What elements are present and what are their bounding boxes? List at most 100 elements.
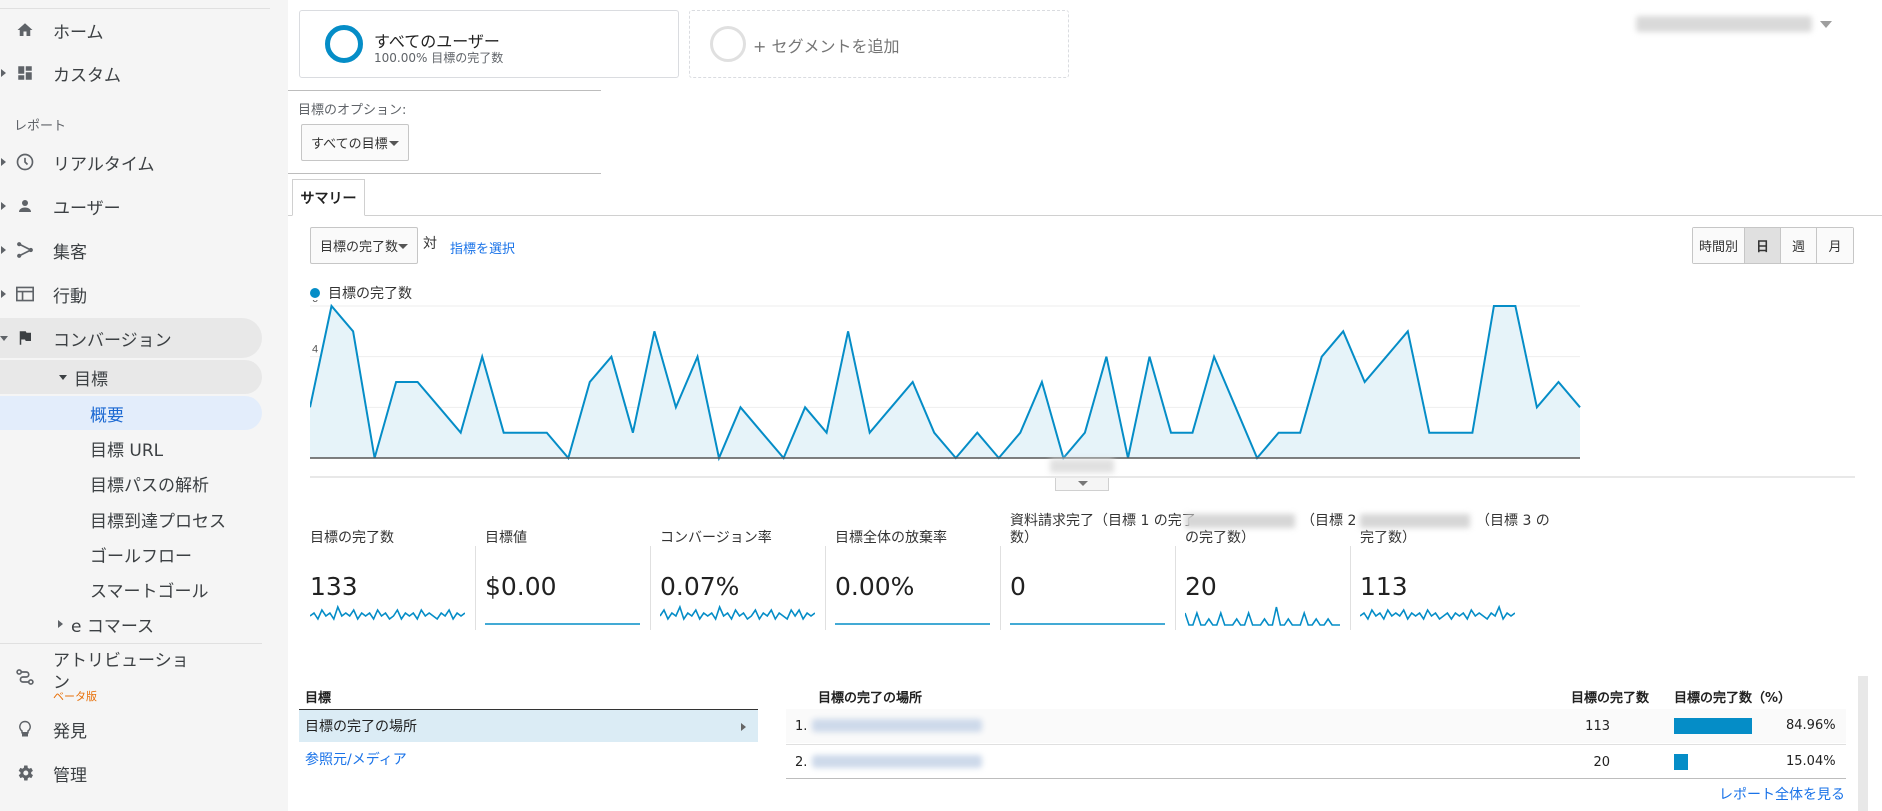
granularity-hourly[interactable]: 時間別 bbox=[1693, 228, 1745, 263]
acquisition-icon bbox=[14, 239, 36, 261]
metric-block[interactable]: 目標全体の放棄率 0.00% bbox=[835, 530, 1001, 630]
metric-value: 133 bbox=[310, 572, 358, 601]
tab-summary[interactable]: サマリー bbox=[292, 179, 365, 216]
sidebar-item-label: 目標 URL bbox=[90, 440, 164, 461]
person-icon bbox=[14, 195, 36, 217]
sidebar-item-attribution[interactable]: アトリビューショ ン bbox=[0, 646, 262, 706]
y-tick-label: 6 bbox=[312, 300, 318, 305]
granularity-week[interactable]: 週 bbox=[1781, 228, 1817, 263]
goal-options-label: 目標のオプション: bbox=[298, 103, 407, 118]
metric-sparkline bbox=[1185, 606, 1340, 626]
sidebar-item-discover[interactable]: 発見 bbox=[0, 709, 262, 749]
sidebar-item-goal-urls[interactable]: 目標 URL bbox=[90, 431, 163, 465]
row-count: 20 bbox=[1593, 755, 1610, 770]
granularity-day[interactable]: 日 bbox=[1745, 228, 1781, 263]
flag-icon bbox=[14, 327, 36, 349]
add-segment-button[interactable]: + セグメントを追加 bbox=[689, 10, 1069, 78]
row-location-link[interactable] bbox=[812, 719, 982, 732]
dimension-link: 参照元/メディア bbox=[305, 752, 407, 768]
metric-label-text: （目標 2 bbox=[1301, 513, 1357, 529]
versus-label: 対 bbox=[423, 236, 437, 252]
sidebar-item-funnel-visualization[interactable]: 目標到達プロセス bbox=[90, 502, 226, 536]
divider bbox=[288, 173, 601, 174]
sidebar-item-behavior[interactable]: 行動 bbox=[0, 274, 262, 314]
metric-label-line: 目標値 bbox=[485, 530, 527, 546]
sidebar-item-label: 管理 bbox=[53, 765, 87, 786]
select-metric-link[interactable]: 指標を選択 bbox=[450, 238, 515, 257]
blurred-goal-name bbox=[1185, 514, 1295, 528]
segment-ring-icon bbox=[325, 25, 363, 63]
sidebar-item-label: 集客 bbox=[53, 242, 87, 263]
sidebar-item-smart-goals[interactable]: スマートゴール bbox=[90, 572, 209, 606]
metric-label-line: コンバージョン率 bbox=[660, 530, 772, 546]
metric-sparkline bbox=[1360, 604, 1515, 621]
metric-block[interactable]: （目標 3 の完了数） 113 bbox=[1360, 513, 1550, 630]
goal-dimension-source-medium[interactable]: 参照元/メディア bbox=[299, 743, 758, 775]
main-content: すべてのユーザー 100.00% 目標の完了数 + セグメントを追加 目標のオプ… bbox=[288, 0, 1882, 811]
reports-heading: レポート bbox=[14, 119, 67, 134]
sidebar-item-label: カスタム bbox=[53, 65, 121, 86]
metric-select[interactable]: 目標の完了数 bbox=[310, 227, 418, 264]
chevron-down-icon bbox=[398, 243, 408, 249]
goal-options-select[interactable]: すべての目標 bbox=[301, 124, 409, 161]
metric-label: 資料請求完了（目標 1 の完了 数） bbox=[1010, 513, 1196, 547]
chevron-down-icon bbox=[389, 140, 399, 146]
metric-label: 目標の完了数 bbox=[310, 530, 394, 547]
chevron-right-icon bbox=[741, 723, 746, 731]
sidebar-divider bbox=[0, 643, 262, 644]
chart-collapse-handle[interactable] bbox=[1055, 478, 1109, 491]
dimension-label: 目標の完了の場所 bbox=[305, 719, 417, 735]
sidebar-item-label: 目標到達プロセス bbox=[90, 511, 226, 532]
sidebar-item-label: 目標パスの解析 bbox=[90, 475, 209, 496]
metric-block[interactable]: 目標値 $0.00 bbox=[485, 530, 651, 630]
full-report-link[interactable]: レポート全体を見る bbox=[1719, 784, 1845, 804]
metric-divider bbox=[1350, 546, 1351, 630]
granularity-month[interactable]: 月 bbox=[1817, 228, 1853, 263]
attribution-icon bbox=[14, 666, 36, 688]
metric-label-line: 完了数） bbox=[1360, 530, 1416, 546]
metric-value: 0 bbox=[1010, 572, 1026, 601]
metric-label-line: 目標の完了数 bbox=[310, 530, 394, 546]
metric-label-line: 資料請求完了（目標 1 の完了 bbox=[1010, 513, 1196, 529]
sidebar-item-audience[interactable]: ユーザー bbox=[0, 186, 262, 226]
sidebar-item-custom[interactable]: カスタム bbox=[0, 53, 262, 93]
goal-dimension-location[interactable]: 目標の完了の場所 bbox=[299, 710, 758, 742]
sidebar-item-label: 発見 bbox=[53, 721, 87, 742]
metric-block[interactable]: 目標の完了数 133 bbox=[310, 530, 476, 630]
sidebar: ホーム カスタム レポート リアルタイム ユーザー 集客 行動 コンバージョン … bbox=[0, 0, 288, 811]
sidebar-item-conversions[interactable]: コンバージョン bbox=[0, 318, 262, 358]
sidebar-item-label: ホーム bbox=[53, 22, 104, 43]
sidebar-item-ecommerce[interactable]: e コマース bbox=[58, 607, 154, 641]
metric-block[interactable]: 資料請求完了（目標 1 の完了 数） 0 bbox=[1010, 513, 1196, 630]
sidebar-item-home[interactable]: ホーム bbox=[0, 10, 262, 50]
line-chart[interactable]: 246 bbox=[310, 300, 1855, 485]
sidebar-item-realtime[interactable]: リアルタイム bbox=[0, 142, 262, 182]
scrollbar[interactable] bbox=[1858, 676, 1868, 811]
metric-sparkline bbox=[835, 623, 990, 625]
expand-arrow-icon bbox=[1, 158, 6, 166]
row-share-bar bbox=[1674, 754, 1688, 770]
metric-block[interactable]: コンバージョン率 0.07% bbox=[660, 530, 826, 630]
goal-table-header: 目標 bbox=[305, 691, 332, 706]
column-header-completions: 目標の完了数 bbox=[1571, 691, 1650, 706]
sidebar-item-acquisition[interactable]: 集客 bbox=[0, 230, 262, 270]
segment-all-users[interactable]: すべてのユーザー 100.00% 目標の完了数 bbox=[299, 10, 679, 78]
table-row[interactable]: 2. 20 15.04% bbox=[786, 745, 1846, 779]
metric-divider bbox=[1175, 546, 1176, 630]
date-range-picker[interactable] bbox=[1636, 12, 1832, 34]
row-location-link[interactable] bbox=[812, 755, 982, 768]
metric-label-line: 目標全体の放棄率 bbox=[835, 530, 947, 546]
series-area bbox=[310, 306, 1580, 458]
metric-block[interactable]: （目標 2 の完了数） 20 bbox=[1185, 513, 1356, 630]
sidebar-item-goal-flow[interactable]: ゴールフロー bbox=[90, 537, 192, 571]
metric-label: （目標 3 の完了数） bbox=[1360, 513, 1550, 547]
sidebar-item-goals[interactable]: 目標 bbox=[0, 360, 262, 394]
chart-date-label bbox=[1050, 459, 1114, 473]
row-index: 2. bbox=[795, 755, 808, 770]
sidebar-item-goals-overview[interactable]: 概要 bbox=[0, 396, 262, 430]
table-row[interactable]: 1. 113 84.96% bbox=[786, 709, 1846, 743]
row-percent: 84.96% bbox=[1786, 718, 1836, 733]
sidebar-item-admin[interactable]: 管理 bbox=[0, 753, 262, 793]
sidebar-item-reverse-goal-path[interactable]: 目標パスの解析 bbox=[90, 466, 209, 500]
sidebar-item-label: 概要 bbox=[90, 405, 124, 426]
